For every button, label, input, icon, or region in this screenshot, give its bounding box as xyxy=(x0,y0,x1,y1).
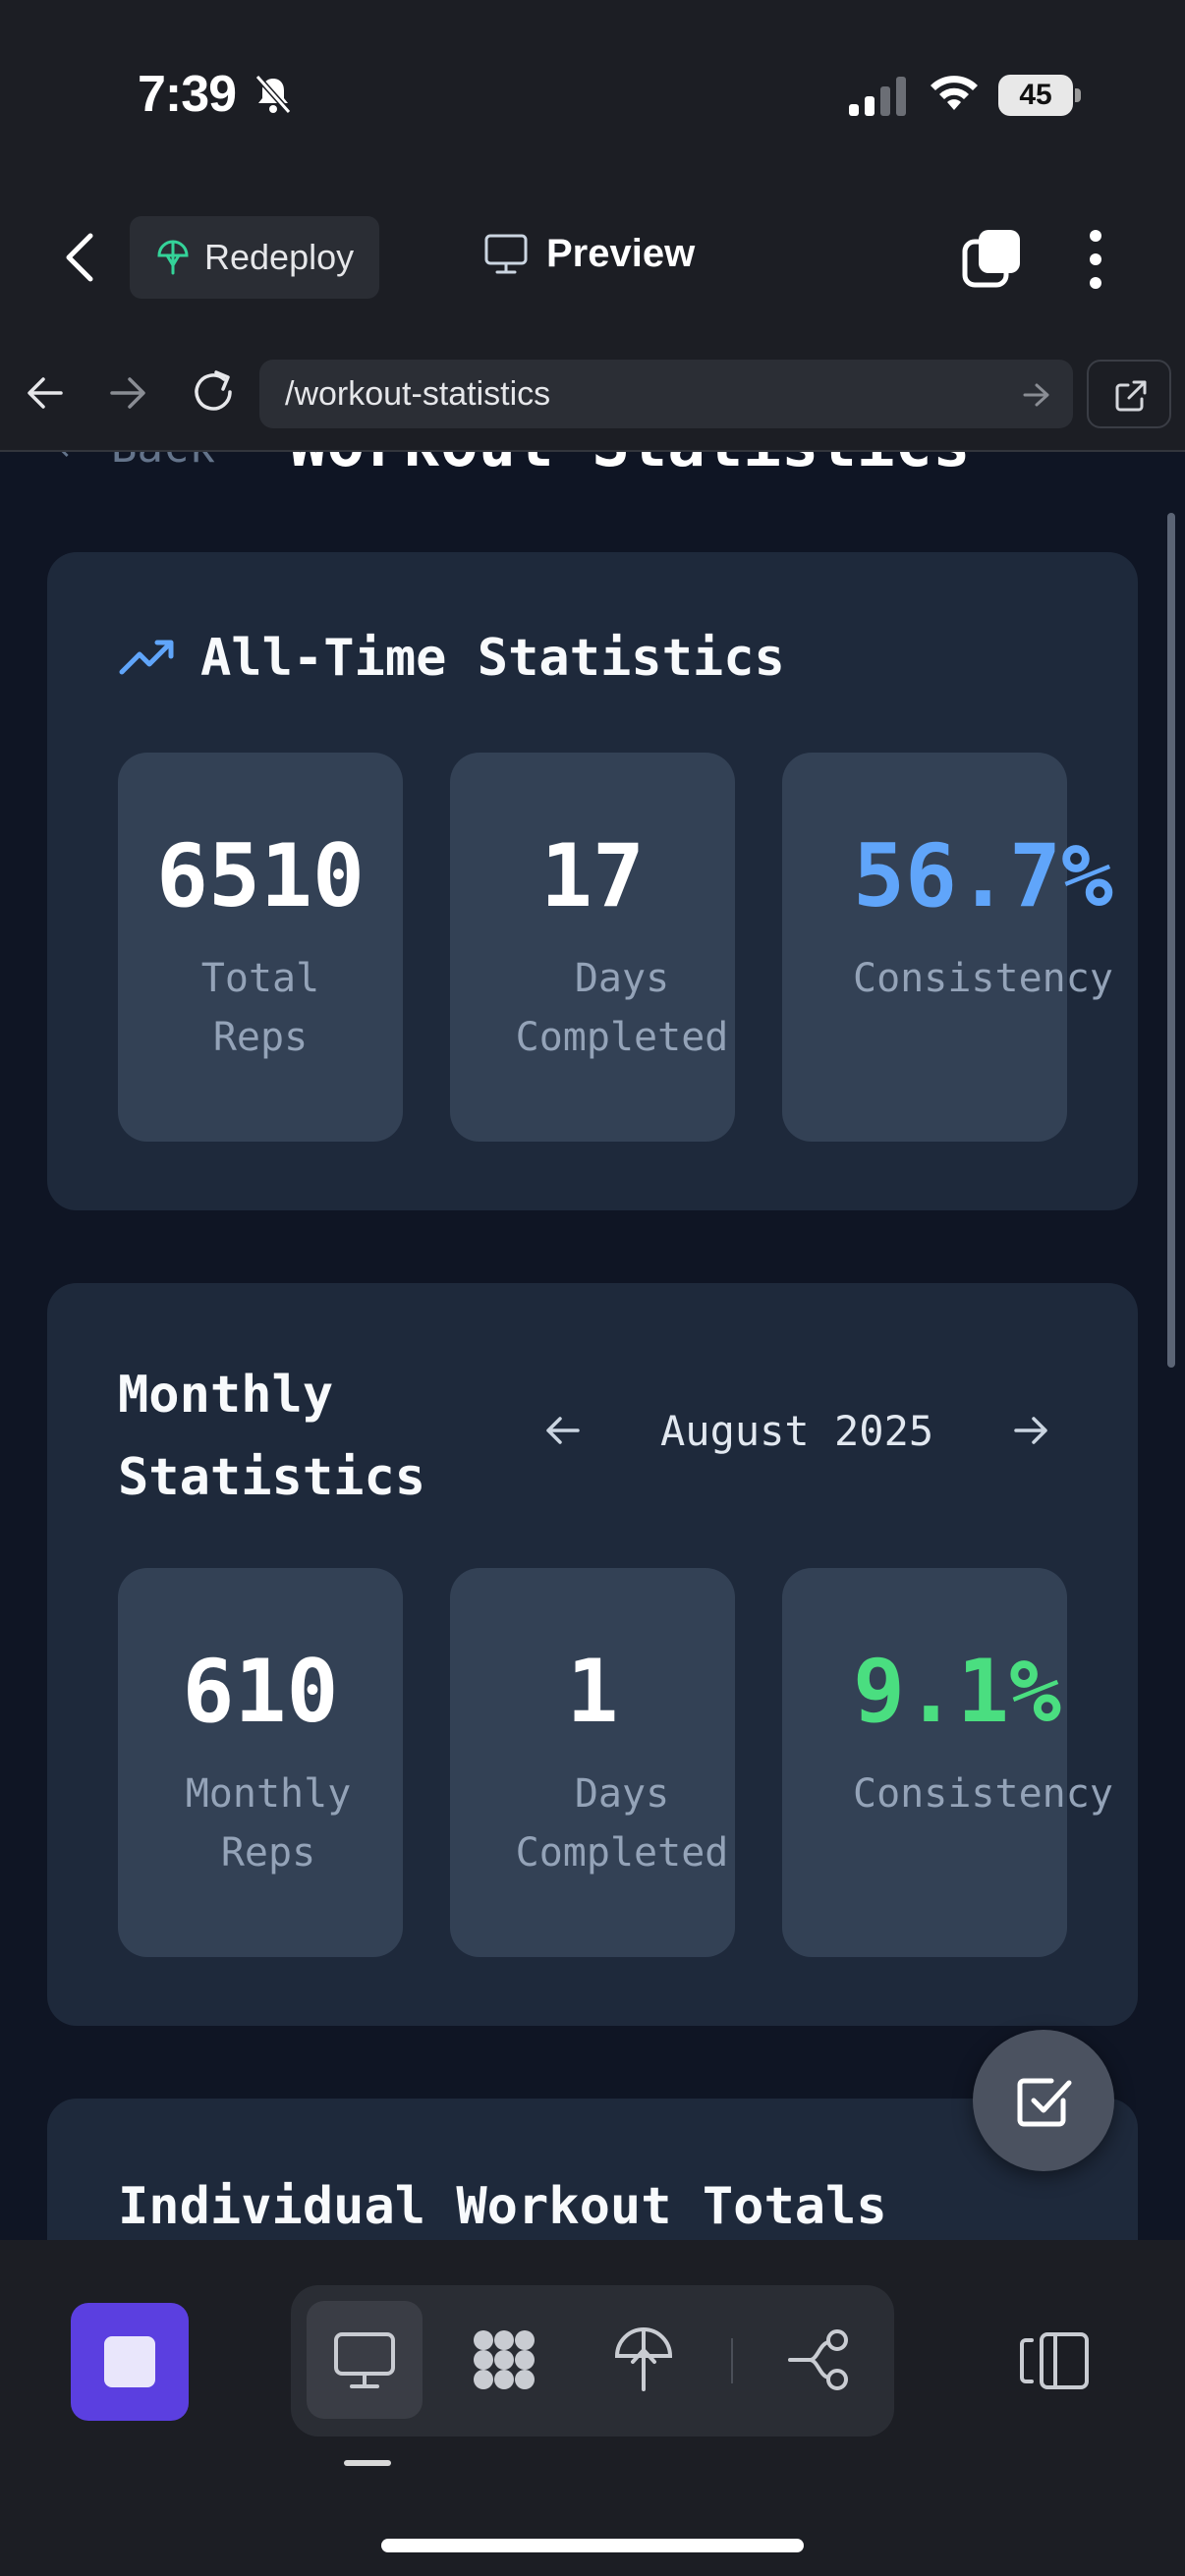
bell-muted-icon xyxy=(254,75,292,114)
trending-up-icon xyxy=(119,640,174,675)
tool-group xyxy=(291,2285,894,2436)
individual-title: Individual Workout Totals xyxy=(118,2177,887,2236)
preview-label: Preview xyxy=(546,232,696,275)
all-time-title: All-Time Statistics xyxy=(200,629,785,688)
back-link[interactable]: ← Back xyxy=(59,452,215,473)
tabs-icon[interactable] xyxy=(961,228,1022,289)
status-time: 7:39 xyxy=(138,66,237,123)
redeploy-button[interactable]: Redeploy xyxy=(130,216,379,299)
home-indicator[interactable] xyxy=(381,2539,804,2552)
reload-icon[interactable] xyxy=(189,367,238,417)
tool-preview[interactable] xyxy=(307,2301,423,2419)
stat-value: 17 xyxy=(540,825,645,926)
app-header: 7:39 45 Redeploy Preview xyxy=(0,0,1185,334)
battery-nub xyxy=(1075,88,1081,102)
wifi-icon xyxy=(931,76,978,110)
stat-value: 56.7% xyxy=(853,825,1113,926)
stop-button[interactable] xyxy=(71,2303,189,2421)
stop-icon xyxy=(104,2336,155,2387)
previous-month-arrow-icon[interactable] xyxy=(542,1411,582,1450)
battery-indicator: 45 xyxy=(998,75,1081,116)
stat-total-reps: 6510 Total Reps xyxy=(118,753,403,1142)
individual-workout-totals-card: Individual Workout Totals xyxy=(47,2099,1138,2240)
current-month: August 2025 xyxy=(660,1407,934,1455)
monitor-icon xyxy=(334,2332,395,2388)
tool-git[interactable] xyxy=(762,2301,878,2419)
stat-consistency: 9.1% Consistency xyxy=(782,1568,1113,1957)
checkbox-icon xyxy=(1017,2078,1072,2127)
stat-monthly-reps: 610 Monthly Reps xyxy=(118,1568,403,1957)
url-text: /workout-statistics xyxy=(285,374,551,413)
toolbar-separator xyxy=(731,2338,733,2383)
git-branch-icon xyxy=(788,2329,848,2390)
chevron-left-icon[interactable] xyxy=(61,232,100,283)
open-external-button[interactable] xyxy=(1087,360,1171,428)
next-month-arrow-icon[interactable] xyxy=(1012,1411,1051,1450)
redeploy-icon xyxy=(157,240,189,275)
preview-tab[interactable]: Preview xyxy=(483,232,695,276)
kebab-menu-icon[interactable] xyxy=(1081,228,1110,291)
monthly-title-line1: Monthly xyxy=(118,1366,334,1425)
page-content: ← Back Workout Statistics All-Time Stati… xyxy=(0,452,1185,2240)
monthly-statistics-card: Monthly Statistics August 2025 610 Month… xyxy=(47,1283,1138,2026)
arrow-right-icon[interactable] xyxy=(106,371,149,415)
stat-label: Monthly Reps xyxy=(185,1771,352,1876)
stat-days-completed: 17 Days Completed xyxy=(450,753,735,1142)
stat-days-completed: 1 Days Completed xyxy=(450,1568,735,1957)
stat-label: Days Completed xyxy=(515,1771,729,1876)
active-tab-indicator xyxy=(344,2460,391,2466)
page-title: Workout Statistics xyxy=(289,452,971,481)
browser-toolbar: /workout-statistics xyxy=(0,334,1185,452)
bottom-toolbar xyxy=(0,2240,1185,2576)
split-view-icon[interactable] xyxy=(1018,2330,1091,2391)
fab-checkbox-button[interactable] xyxy=(973,2030,1114,2171)
battery-level: 45 xyxy=(1019,79,1052,111)
tool-deploy[interactable] xyxy=(586,2301,702,2419)
stat-value: 9.1% xyxy=(853,1641,1061,1742)
external-link-icon xyxy=(1115,380,1147,412)
battery-body: 45 xyxy=(998,75,1073,116)
grid-dots-icon xyxy=(474,2330,535,2389)
redeploy-label: Redeploy xyxy=(204,237,355,277)
go-arrow-icon[interactable] xyxy=(1022,381,1051,409)
monitor-icon xyxy=(484,234,528,273)
scrollbar[interactable] xyxy=(1167,513,1175,1368)
cellular-signal-icon xyxy=(849,77,906,116)
tool-workflows[interactable] xyxy=(446,2301,562,2419)
stat-value: 610 xyxy=(182,1641,339,1742)
stat-value: 1 xyxy=(566,1641,619,1742)
monthly-title: Monthly Statistics xyxy=(118,1354,425,1519)
stat-label: Total Reps xyxy=(200,956,320,1060)
stat-label: Consistency xyxy=(853,956,1113,1001)
stat-label: Consistency xyxy=(853,1771,1113,1817)
stat-consistency: 56.7% Consistency xyxy=(782,753,1113,1142)
all-time-statistics-card: All-Time Statistics 6510 Total Reps 17 D… xyxy=(47,552,1138,1210)
stat-label: Days Completed xyxy=(515,956,729,1060)
url-input[interactable]: /workout-statistics xyxy=(259,360,1073,428)
arrow-left-icon[interactable] xyxy=(24,371,67,415)
deploy-icon xyxy=(614,2327,673,2391)
monthly-title-line2: Statistics xyxy=(118,1448,426,1507)
stat-value: 6510 xyxy=(156,825,365,926)
